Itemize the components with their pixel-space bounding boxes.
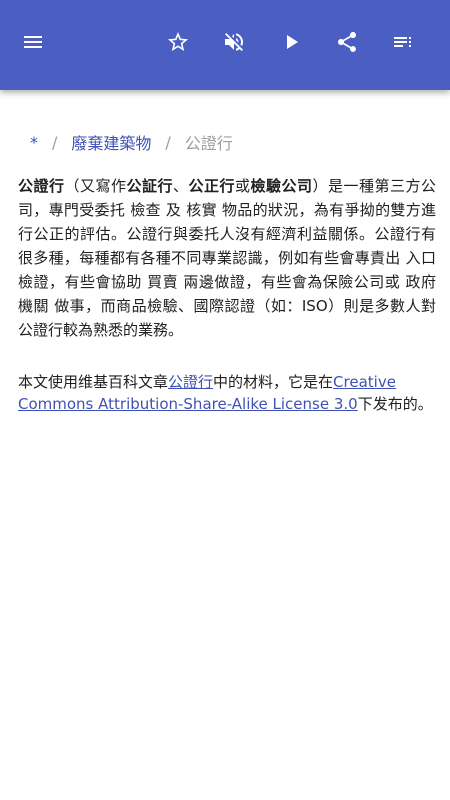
breadcrumb-separator: /	[52, 132, 58, 152]
breadcrumb-separator: /	[165, 132, 171, 152]
breadcrumb: * / 廢棄建築物 / 公證行	[30, 130, 233, 154]
license-notice: 本文使用维基百科文章公證行中的材料，它是在Creative Commons At…	[18, 371, 436, 415]
article-text: 或	[234, 177, 251, 195]
article-body: 公證行（又寫作公証行、公正行或檢驗公司）是一種第三方公司，專門受委托 檢查 及 …	[18, 174, 436, 342]
play-button[interactable]	[271, 22, 311, 62]
article-text: ）是一種第三方公司，專門受委托 檢查 及 核實 物品的狀況，為有爭拗的雙方進行公…	[18, 177, 436, 339]
play-icon	[287, 35, 298, 49]
playlist-icon	[394, 37, 411, 47]
article-text: （又寫作	[64, 177, 127, 195]
menu-icon	[24, 36, 42, 48]
star-outline-icon	[168, 32, 188, 51]
share-button[interactable]	[327, 22, 367, 62]
article-text: 、	[172, 177, 189, 195]
article-term: 公証行	[126, 177, 173, 195]
article-source-link[interactable]: 公證行	[168, 373, 213, 391]
menu-button[interactable]	[13, 22, 53, 62]
article-term: 公正行	[188, 177, 235, 195]
license-prefix: 本文使用维基百科文章	[18, 373, 169, 391]
app-toolbar	[0, 0, 450, 90]
breadcrumb-current: 公證行	[184, 134, 233, 153]
article-term: 檢驗公司	[250, 177, 313, 195]
article-term: 公證行	[18, 177, 65, 195]
license-suffix: 下发布的。	[357, 395, 433, 413]
mute-button[interactable]	[214, 22, 254, 62]
share-icon	[338, 32, 356, 52]
license-middle: 中的材料，它是在	[213, 373, 334, 391]
playlist-button[interactable]	[383, 22, 423, 62]
breadcrumb-root[interactable]: *	[30, 133, 38, 152]
favorite-button[interactable]	[158, 22, 198, 62]
volume-off-icon	[225, 33, 243, 51]
breadcrumb-category[interactable]: 廢棄建築物	[71, 130, 151, 154]
